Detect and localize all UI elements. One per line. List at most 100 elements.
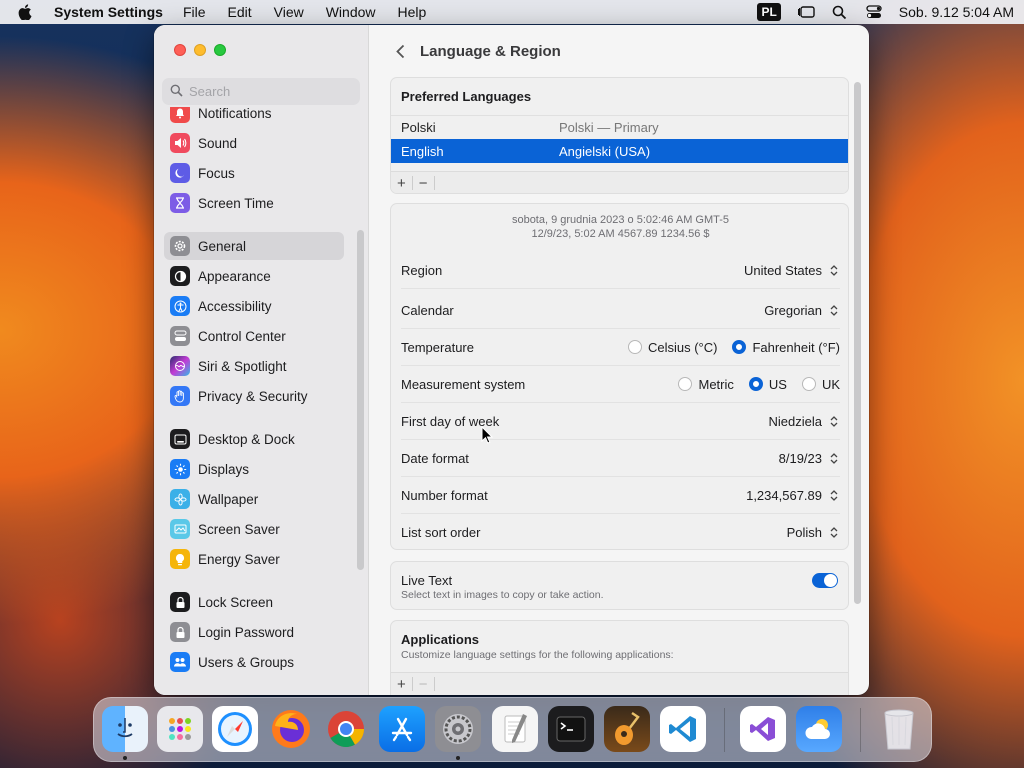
first-day-select[interactable]: Niedziela <box>769 413 840 429</box>
zoom-button[interactable] <box>214 44 226 56</box>
search-icon <box>170 84 183 100</box>
sidebar-item-focus[interactable]: Focus <box>164 159 344 187</box>
live-text-card: Live Text Select text in images to copy … <box>390 561 849 610</box>
sidebar-item-appearance[interactable]: Appearance <box>164 262 344 290</box>
live-text-toggle[interactable] <box>812 573 838 588</box>
measurement-metric-radio[interactable]: Metric <box>678 376 734 392</box>
remove-application-button[interactable]: − <box>413 676 434 693</box>
apple-menu-icon[interactable] <box>18 4 36 20</box>
menu-window[interactable]: Window <box>326 4 376 20</box>
add-application-button[interactable]: + <box>391 676 412 693</box>
sidebar-item-wallpaper[interactable]: Wallpaper <box>164 485 344 513</box>
sidebar-item-label: Focus <box>198 165 235 181</box>
close-button[interactable] <box>174 44 186 56</box>
sidebar-item-privacy-security[interactable]: Privacy & Security <box>164 382 344 410</box>
format-sample-line-1: sobota, 9 grudnia 2023 o 5:02:46 AM GMT-… <box>511 214 730 226</box>
moon-icon <box>170 163 190 183</box>
terminal-icon[interactable] <box>548 706 594 752</box>
sidebar-scrollbar[interactable] <box>357 230 364 570</box>
menu-bar-clock[interactable]: Sob. 9.12 5:04 AM <box>899 4 1014 20</box>
minimize-button[interactable] <box>194 44 206 56</box>
running-indicator <box>456 756 460 760</box>
sidebar-item-notifications[interactable]: Notifications <box>164 107 344 127</box>
control-center-icon[interactable] <box>865 5 883 19</box>
applications-add-remove-bar: + − <box>391 672 848 695</box>
add-language-button[interactable]: + <box>391 175 412 192</box>
measurement-us-radio[interactable]: US <box>748 376 787 392</box>
measurement-row: Measurement system Metric US UK <box>401 366 840 403</box>
firefox-icon[interactable] <box>268 706 314 752</box>
radio-label: Metric <box>698 376 734 392</box>
radio-off <box>801 377 816 391</box>
sidebar-item-displays[interactable]: Displays <box>164 455 344 483</box>
bulb-icon <box>170 549 190 569</box>
temperature-fahrenheit-radio[interactable]: Fahrenheit (°F) <box>732 340 840 355</box>
menu-edit[interactable]: Edit <box>228 4 252 20</box>
hourglass-icon <box>170 193 190 213</box>
input-source-badge[interactable]: PL <box>757 3 781 21</box>
stage-manager-icon[interactable] <box>797 5 815 19</box>
running-indicator <box>123 756 127 760</box>
vscode-icon[interactable] <box>660 706 706 752</box>
sidebar-item-label: Wallpaper <box>198 491 259 507</box>
back-chevron-icon[interactable] <box>392 44 408 59</box>
radio-label: US <box>768 376 787 392</box>
sidebar-item-users-groups[interactable]: Users & Groups <box>164 648 344 676</box>
search-input[interactable] <box>189 84 349 99</box>
script-editor-icon[interactable] <box>492 706 538 752</box>
sidebar-item-screen-saver[interactable]: Screen Saver <box>164 515 344 543</box>
weather-icon[interactable] <box>796 706 842 752</box>
sort-order-select[interactable]: Polish <box>787 525 840 541</box>
language-row-polski[interactable]: Polski Polski — Primary <box>391 115 848 139</box>
chevron-up-down-icon <box>828 450 840 466</box>
chrome-icon[interactable] <box>323 706 369 752</box>
sidebar-item-control-center[interactable]: Control Center <box>164 322 344 350</box>
sidebar-item-screen-time[interactable]: Screen Time <box>164 189 344 217</box>
sidebar-item-sound[interactable]: Sound <box>164 129 344 157</box>
visual-studio-icon[interactable] <box>740 706 786 752</box>
hand-icon <box>170 386 190 406</box>
sort-order-row: List sort order Polish <box>401 514 840 549</box>
live-text-description: Select text in images to copy or take ac… <box>401 589 604 601</box>
app-menu[interactable]: System Settings <box>54 4 163 20</box>
first-day-row: First day of week Niedziela <box>401 403 840 440</box>
number-format-select[interactable]: 1,234,567.89 <box>746 487 840 503</box>
sort-order-label: List sort order <box>401 525 481 540</box>
garageband-icon[interactable] <box>604 706 650 752</box>
region-select[interactable]: United States <box>744 262 840 278</box>
flower-icon <box>170 489 190 509</box>
sidebar-search[interactable] <box>162 78 360 105</box>
system-settings-icon[interactable] <box>435 706 481 752</box>
sidebar-item-login-password[interactable]: Login Password <box>164 618 344 646</box>
number-format-value: 1,234,567.89 <box>746 487 822 503</box>
trash-icon[interactable] <box>876 706 922 752</box>
toolbar: Language & Region <box>370 25 869 77</box>
remove-language-button[interactable]: − <box>413 175 434 192</box>
sidebar-item-accessibility[interactable]: Accessibility <box>164 292 344 320</box>
sidebar-item-siri-spotlight[interactable]: Siri & Spotlight <box>164 352 344 380</box>
date-format-select[interactable]: 8/19/23 <box>779 450 840 466</box>
app-store-icon[interactable] <box>379 706 425 752</box>
sidebar-item-energy-saver[interactable]: Energy Saver <box>164 545 344 573</box>
sidebar-item-desktop-dock[interactable]: Desktop & Dock <box>164 425 344 453</box>
screen-saver-icon <box>170 519 190 539</box>
language-row-english[interactable]: English Angielski (USA) <box>391 139 848 163</box>
safari-icon[interactable] <box>212 706 258 752</box>
temperature-celsius-radio[interactable]: Celsius (°C) <box>627 340 717 355</box>
launchpad-icon[interactable] <box>157 706 203 752</box>
finder-icon[interactable] <box>102 706 148 752</box>
menu-file[interactable]: File <box>183 4 206 20</box>
sidebar-item-general[interactable]: General <box>164 232 344 260</box>
sidebar-list: Notifications Sound Focus Screen Time Ge… <box>154 107 369 695</box>
region-label: Region <box>401 262 443 278</box>
spotlight-search-icon[interactable] <box>831 5 849 19</box>
chevron-up-down-icon <box>828 413 840 429</box>
divider <box>433 677 435 691</box>
sidebar-item-lock-screen[interactable]: Lock Screen <box>164 588 344 616</box>
calendar-select[interactable]: Gregorian <box>764 302 840 318</box>
measurement-uk-radio[interactable]: UK <box>801 377 840 392</box>
menu-view[interactable]: View <box>274 4 304 20</box>
main-scrollbar[interactable] <box>854 82 861 604</box>
radio-on <box>748 377 763 391</box>
menu-help[interactable]: Help <box>398 4 427 20</box>
